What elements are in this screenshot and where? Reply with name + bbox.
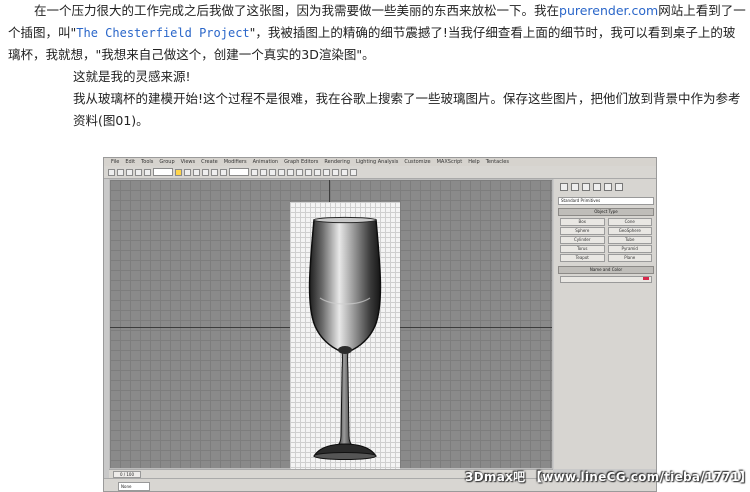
select-by-name-icon[interactable]	[184, 168, 191, 176]
menu-group[interactable]: Group	[158, 158, 175, 166]
unlink-icon[interactable]	[135, 168, 142, 176]
render-icon[interactable]	[350, 168, 357, 176]
menu-rendering[interactable]: Rendering	[323, 158, 351, 166]
material-editor-icon[interactable]	[323, 168, 330, 176]
wine-glass-reference	[308, 216, 382, 460]
move-icon[interactable]	[202, 168, 209, 176]
name-color-rollout[interactable]: Name and Color	[558, 266, 654, 274]
glass-rim	[313, 216, 377, 224]
menu-help[interactable]: Help	[467, 158, 480, 166]
watermark: 3Dmax吧 【www.lineCG.com/tieba/1771】	[465, 470, 750, 484]
menu-tools[interactable]: Tools	[140, 158, 154, 166]
color-swatch[interactable]	[643, 277, 649, 280]
scale-icon[interactable]	[220, 168, 227, 176]
front-viewport[interactable]	[109, 179, 553, 472]
command-panel: Standard Primitives Object Type Box Cone…	[554, 179, 656, 469]
bind-icon[interactable]	[144, 168, 151, 176]
torus-button[interactable]: Torus	[560, 245, 605, 253]
stem-knot	[338, 346, 352, 354]
coordinate-system[interactable]	[229, 168, 249, 176]
plane-button[interactable]: Plane	[607, 254, 652, 262]
menu-animation[interactable]: Animation	[252, 158, 280, 166]
menu-graph-editors[interactable]: Graph Editors	[283, 158, 319, 166]
paragraph-1: 在一个压力很大的工作完成之后我做了这张图，因为我需要做一些美丽的东西来放松一下。…	[8, 0, 746, 66]
align-icon[interactable]	[296, 168, 303, 176]
menu-create[interactable]: Create	[200, 158, 219, 166]
undo-icon[interactable]	[108, 168, 115, 176]
box-button[interactable]: Box	[560, 218, 605, 226]
teapot-button[interactable]: Teapot	[560, 254, 605, 262]
menu-bar: File Edit Tools Group Views Create Modif…	[104, 158, 656, 166]
article-body: 在一个压力很大的工作完成之后我做了这张图，因为我需要做一些美丽的东西来放松一下。…	[8, 0, 746, 132]
display-tab-icon[interactable]	[604, 183, 612, 191]
curve-editor-icon[interactable]	[314, 168, 321, 176]
region-icon[interactable]	[193, 168, 200, 176]
percent-snap-icon[interactable]	[278, 168, 285, 176]
motion-tab-icon[interactable]	[593, 183, 601, 191]
command-panel-tabs	[554, 179, 656, 195]
main-toolbar	[104, 166, 656, 179]
tube-button[interactable]: Tube	[607, 236, 652, 244]
render-setup-icon[interactable]	[332, 168, 339, 176]
mirror-icon[interactable]	[287, 168, 294, 176]
para1-text-a: 在一个压力很大的工作完成之后我做了这张图，因为我需要做一些美丽的东西来放松一下。…	[34, 3, 560, 18]
selection-status: None Selected	[118, 482, 150, 491]
menu-maxscript[interactable]: MAXScript	[436, 158, 464, 166]
rotate-icon[interactable]	[211, 168, 218, 176]
modify-tab-icon[interactable]	[571, 183, 579, 191]
dropdown-label: Standard Primitives	[561, 198, 601, 203]
paragraph-2: 这就是我的灵感来源!	[73, 69, 191, 84]
glass-bowl	[308, 219, 382, 353]
create-tab-icon[interactable]	[560, 183, 568, 191]
render-frame-icon[interactable]	[341, 168, 348, 176]
project-name: The Chesterfield Project	[76, 26, 250, 40]
hierarchy-tab-icon[interactable]	[582, 183, 590, 191]
paragraph-3: 我从玻璃杯的建模开始!这个过程不是很难，我在谷歌上搜索了一些玻璃图片。保存这些图…	[73, 91, 741, 128]
primitive-type-dropdown[interactable]: Standard Primitives	[558, 197, 654, 205]
glass-stem	[334, 351, 356, 448]
select-icon[interactable]	[175, 168, 182, 176]
object-type-rollout[interactable]: Object Type	[558, 208, 654, 216]
object-type-buttons: Box Cone Sphere GeoSphere Cylinder Tube …	[554, 217, 656, 263]
geosphere-button[interactable]: GeoSphere	[607, 227, 652, 235]
selection-filter[interactable]	[153, 168, 173, 176]
menu-lighting[interactable]: Lighting Analysis	[355, 158, 399, 166]
cylinder-button[interactable]: Cylinder	[560, 236, 605, 244]
menu-customize[interactable]: Customize	[403, 158, 431, 166]
cone-button[interactable]: Cone	[607, 218, 652, 226]
name-field[interactable]	[560, 276, 652, 283]
angle-snap-icon[interactable]	[269, 168, 276, 176]
snap-icon[interactable]	[260, 168, 267, 176]
menu-tentacles[interactable]: Tentacles	[485, 158, 510, 166]
utilities-tab-icon[interactable]	[615, 183, 623, 191]
menu-views[interactable]: Views	[180, 158, 196, 166]
pivot-icon[interactable]	[251, 168, 258, 176]
sphere-button[interactable]: Sphere	[560, 227, 605, 235]
max-screenshot: File Edit Tools Group Views Create Modif…	[103, 157, 657, 492]
layer-icon[interactable]	[305, 168, 312, 176]
foot-base	[313, 452, 377, 460]
link-icon[interactable]	[126, 168, 133, 176]
pyramid-button[interactable]: Pyramid	[607, 245, 652, 253]
time-slider[interactable]: 0 / 100	[113, 471, 141, 478]
redo-icon[interactable]	[117, 168, 124, 176]
menu-file[interactable]: File	[110, 158, 120, 166]
reference-image-plane[interactable]	[290, 202, 400, 472]
menu-edit[interactable]: Edit	[124, 158, 136, 166]
purerender-link[interactable]: purerender.com	[559, 3, 658, 18]
menu-modifiers[interactable]: Modifiers	[223, 158, 248, 166]
